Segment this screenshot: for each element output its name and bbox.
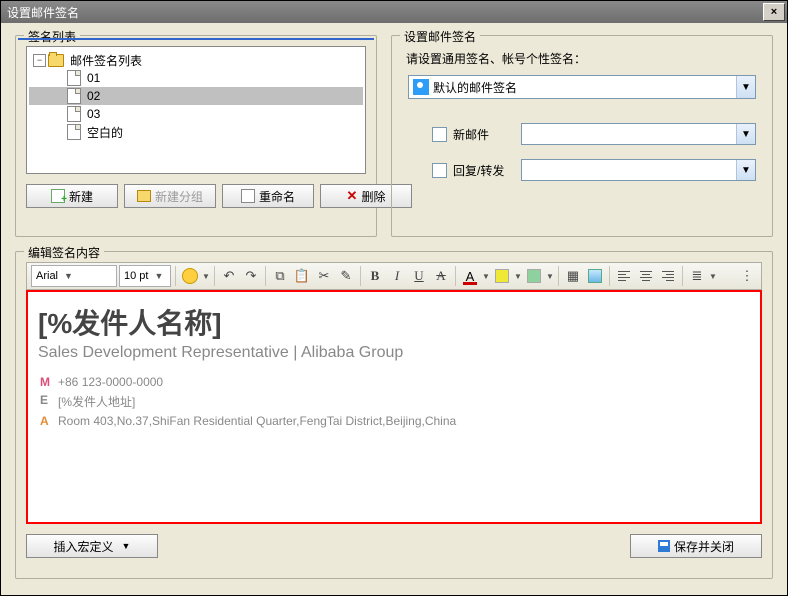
image-icon [588,269,602,283]
more-button[interactable]: ⋮ [737,266,757,286]
cut-button[interactable]: ✂ [314,266,334,286]
bgcolor-icon [527,269,541,283]
reply-forward-label: 回复/转发 [453,162,521,179]
chevron-down-icon: ▼ [736,124,755,144]
align-left-icon [618,269,630,283]
signature-list-panel: 签名列表 − 邮件签名列表 01 02 [15,35,377,237]
new-button[interactable]: 新建 [26,184,118,208]
default-signature-value: 默认的邮件签名 [433,79,736,96]
tree-item[interactable]: 空白的 [29,123,363,141]
rename-button[interactable]: 重命名 [222,184,314,208]
align-right-icon [662,269,674,283]
smiley-icon [182,268,198,284]
insert-macro-button[interactable]: 插入宏定义▼ [26,534,158,558]
default-signature-panel: 设置邮件签名 请设置通用签名、帐号个性签名： 默认的邮件签名 ▼ 新邮件 ▼ 回… [391,35,773,237]
chevron-down-icon: ▼ [736,160,755,180]
chevron-down-icon[interactable]: ▼ [202,272,210,281]
font-family-select[interactable]: Arial▼ [31,265,117,287]
signature-tree[interactable]: − 邮件签名列表 01 02 03 [26,46,366,174]
chevron-down-icon: ▼ [122,541,131,551]
default-signature-select[interactable]: 默认的邮件签名 ▼ [408,75,756,99]
chevron-down-icon[interactable]: ▼ [546,272,554,281]
document-icon [67,106,81,122]
new-mail-signature-select[interactable]: ▼ [521,123,756,145]
signature-editor-canvas[interactable]: [%发件人名称] Sales Development Representativ… [26,290,762,524]
tree-item-label: 空白的 [87,124,123,141]
folder-icon [48,54,64,67]
insert-image-button[interactable] [585,266,605,286]
editor-title: 编辑签名内容 [24,244,104,261]
new-mail-checkbox[interactable] [432,127,447,142]
mobile-label: M [40,374,56,390]
document-icon [67,124,81,140]
address-label: A [40,413,56,429]
highlight-icon [495,269,509,283]
default-signature-prompt: 请设置通用签名、帐号个性签名： [406,50,762,67]
list-button[interactable]: ≣ [687,266,707,286]
delete-icon: ✕ [347,188,358,204]
editor-panel: 编辑签名内容 Arial▼ 10 pt▼ ▼ ↶ ↷ ⧉ 📋 ✂ ✎ B I U… [15,251,773,579]
signature-title-line: Sales Development Representative | Aliba… [38,344,750,362]
chevron-down-icon: ▼ [736,76,755,98]
email-value: [%发件人地址] [58,392,462,411]
tree-item-label: 01 [87,71,100,85]
font-color-button[interactable]: A [460,266,480,286]
align-center-button[interactable] [636,266,656,286]
avatar-icon [413,79,429,95]
align-left-button[interactable] [614,266,634,286]
chevron-down-icon[interactable]: ▼ [482,272,490,281]
new-icon [51,189,65,203]
collapse-icon[interactable]: − [33,54,46,67]
underline-button[interactable]: U [409,266,429,286]
tree-item[interactable]: 01 [29,69,363,87]
highlight-button[interactable] [492,266,512,286]
window-title: 设置邮件签名 [7,4,763,21]
save-and-close-button[interactable]: 保存并关闭 [630,534,762,558]
tree-root[interactable]: − 邮件签名列表 [29,51,363,69]
signature-list-title: 签名列表 [24,28,80,45]
folder-icon [137,190,151,202]
chevron-down-icon[interactable]: ▼ [709,272,717,281]
close-icon[interactable]: × [763,3,785,21]
mobile-value: +86 123-0000-0000 [58,374,462,390]
chevron-down-icon[interactable]: ▼ [514,272,522,281]
rename-icon [241,189,255,203]
email-label: E [40,392,56,411]
reply-forward-signature-select[interactable]: ▼ [521,159,756,181]
signature-name: [%发件人名称] [38,302,750,342]
editor-toolbar: Arial▼ 10 pt▼ ▼ ↶ ↷ ⧉ 📋 ✂ ✎ B I U A A▼ ▼ [26,262,762,290]
tree-item-selected[interactable]: 02 [29,87,363,105]
strikethrough-button[interactable]: A [431,266,451,286]
align-center-icon [640,269,652,283]
italic-button[interactable]: I [387,266,407,286]
document-icon [67,88,81,104]
redo-button[interactable]: ↷ [241,266,261,286]
insert-table-button[interactable]: ▦ [563,266,583,286]
paste-button[interactable]: 📋 [292,266,312,286]
signature-settings-window: 设置邮件签名 × 签名列表 − 邮件签名列表 01 [0,0,788,596]
new-group-button[interactable]: 新建分组 [124,184,216,208]
copy-button[interactable]: ⧉ [270,266,290,286]
tree-item-label: 03 [87,107,100,121]
chevron-down-icon: ▼ [154,271,163,281]
tree-item[interactable]: 03 [29,105,363,123]
bold-button[interactable]: B [365,266,385,286]
undo-button[interactable]: ↶ [219,266,239,286]
document-icon [67,70,81,86]
titlebar[interactable]: 设置邮件签名 × [1,1,787,23]
font-size-select[interactable]: 10 pt▼ [119,265,171,287]
emoji-button[interactable] [180,266,200,286]
signature-contact-table: M+86 123-0000-0000 E[%发件人地址] ARoom 403,N… [38,372,464,431]
bg-color-button[interactable] [524,266,544,286]
address-value: Room 403,No.37,ShiFan Residential Quarte… [58,413,462,429]
save-icon [658,540,670,552]
align-right-button[interactable] [658,266,678,286]
tree-item-label: 02 [87,89,100,103]
default-signature-title: 设置邮件签名 [400,28,480,45]
clear-format-button[interactable]: ✎ [336,266,356,286]
chevron-down-icon: ▼ [64,271,73,281]
tree-root-label: 邮件签名列表 [70,52,142,69]
reply-forward-checkbox[interactable] [432,163,447,178]
new-mail-label: 新邮件 [453,126,521,143]
